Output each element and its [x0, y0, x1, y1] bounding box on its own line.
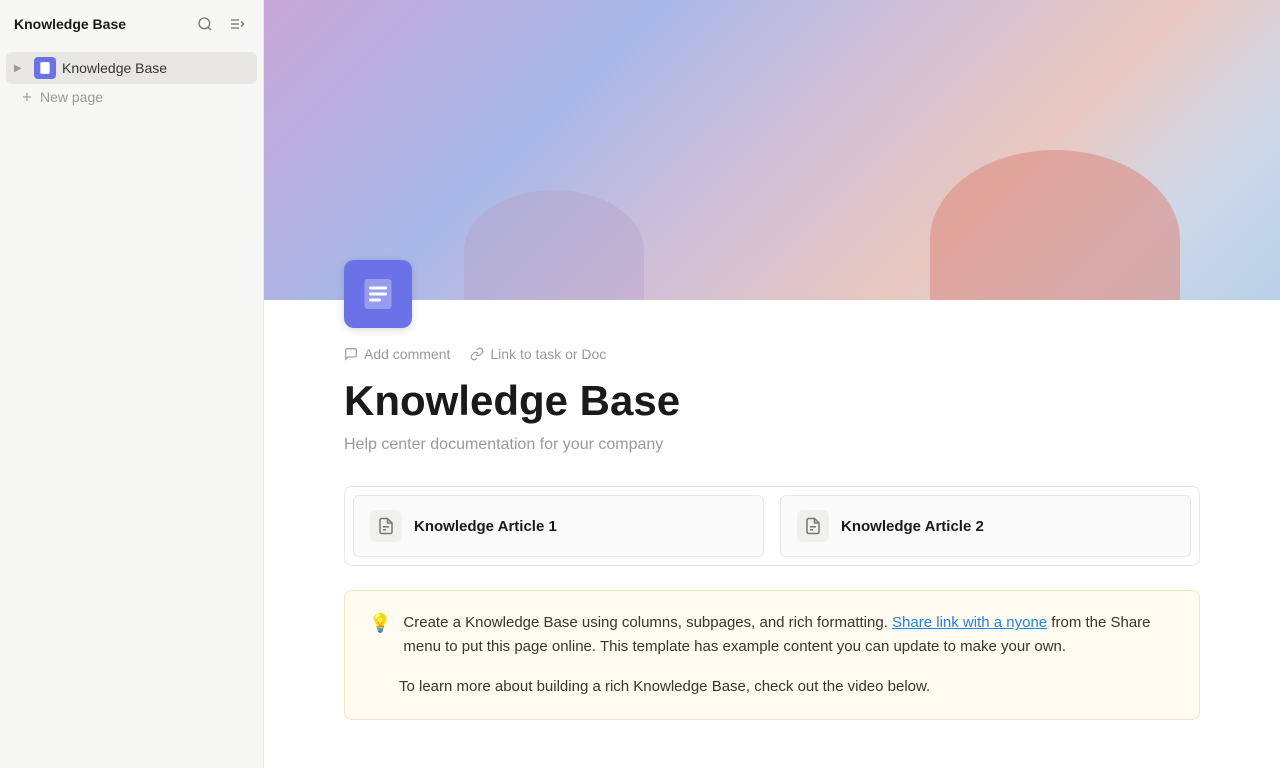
share-link[interactable]: Share link with a nyone: [892, 614, 1047, 631]
link-button[interactable]: Link to task or Doc: [470, 344, 606, 364]
main-content: Add comment Link to task or Doc Knowledg…: [264, 0, 1280, 768]
add-comment-button[interactable]: Add comment: [344, 344, 450, 364]
sidebar-item-label: Knowledge Base: [62, 60, 167, 76]
link-icon: [470, 347, 484, 361]
sidebar: Knowledge Base ▶: [0, 0, 264, 768]
hero-banner: [264, 0, 1280, 300]
collapse-sidebar-button[interactable]: [225, 12, 249, 36]
page-icon: [344, 260, 412, 328]
action-bar: Add comment Link to task or Doc: [344, 344, 1200, 364]
articles-grid: Knowledge Article 1 Knowledge Article 2: [344, 486, 1200, 566]
info-box-row-1: 💡 Create a Knowledge Base using columns,…: [369, 611, 1175, 659]
page-title: Knowledge Base: [344, 376, 1200, 426]
page-content: Add comment Link to task or Doc Knowledg…: [264, 328, 1280, 768]
article-card-icon-1: [370, 510, 402, 542]
sidebar-header: Knowledge Base: [0, 0, 263, 48]
book-icon: [38, 61, 52, 75]
search-icon: [197, 16, 213, 32]
page-icon-container: [264, 260, 1280, 328]
collapse-icon: [229, 16, 245, 32]
plus-icon: [20, 90, 34, 104]
knowledge-base-icon: [34, 57, 56, 79]
sidebar-nav: ▶ Knowledge Base New page: [0, 48, 263, 114]
info-text-2: To learn more about building a rich Know…: [369, 675, 1175, 699]
info-text-prefix: Create a Knowledge Base using columns, s…: [403, 614, 887, 631]
new-page-label: New page: [40, 89, 103, 105]
article-card-title-2: Knowledge Article 2: [841, 518, 984, 535]
search-button[interactable]: [193, 12, 217, 36]
sidebar-item-knowledge-base[interactable]: ▶ Knowledge Base: [6, 52, 257, 84]
article-card-2[interactable]: Knowledge Article 2: [780, 495, 1191, 557]
sidebar-actions: [193, 12, 249, 36]
page-subtitle: Help center documentation for your compa…: [344, 436, 1200, 454]
sidebar-title: Knowledge Base: [14, 16, 126, 32]
comment-icon: [344, 347, 358, 361]
bulb-icon: 💡: [369, 613, 391, 634]
article-card-1[interactable]: Knowledge Article 1: [353, 495, 764, 557]
article-card-title-1: Knowledge Article 1: [414, 518, 557, 535]
document-lines-icon: [360, 276, 396, 312]
document-icon-2: [804, 517, 822, 535]
add-comment-label: Add comment: [364, 346, 450, 362]
link-label: Link to task or Doc: [490, 346, 606, 362]
article-card-icon-2: [797, 510, 829, 542]
document-icon: [377, 517, 395, 535]
new-page-button[interactable]: New page: [12, 84, 251, 110]
info-box: 💡 Create a Knowledge Base using columns,…: [344, 590, 1200, 720]
chevron-right-icon: ▶: [14, 63, 28, 74]
info-text-1: Create a Knowledge Base using columns, s…: [403, 611, 1175, 659]
